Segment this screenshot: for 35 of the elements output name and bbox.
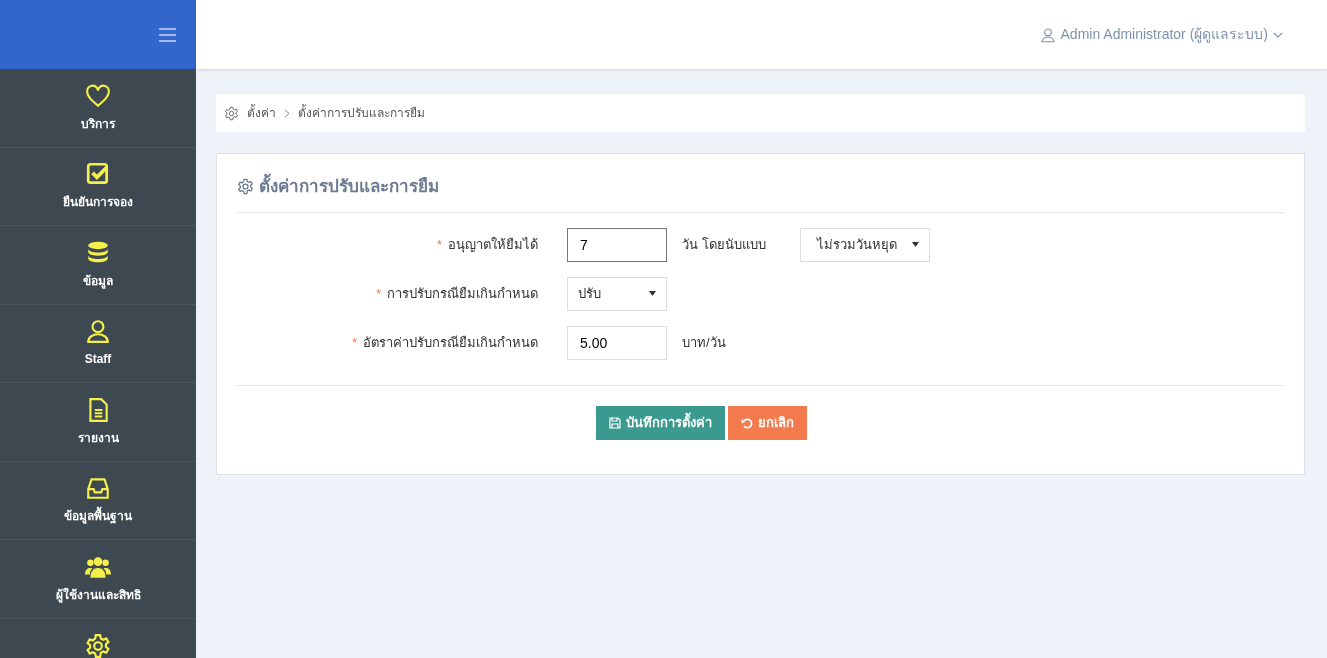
chevron-right-icon	[284, 108, 290, 118]
field-label: การปรับกรณียืมเกินกำหนด	[387, 285, 538, 301]
field-label: อัตราค่าปรับกรณียืมเกินกำหนด	[363, 334, 538, 350]
sidebar-item[interactable]: Staff	[0, 304, 196, 383]
sidebar-item[interactable]: ผู้ใช้งานและสิทธิ	[0, 540, 196, 619]
caret-icon	[911, 242, 919, 247]
dropdown[interactable]: ไม่รวมวันหยุด	[799, 227, 930, 262]
chevron-down-icon	[1273, 31, 1283, 38]
input-field[interactable]: 5.00	[567, 325, 667, 360]
inbox-icon	[85, 475, 111, 502]
menu-icon[interactable]	[159, 27, 176, 42]
unit-label: วัน โดยนับแบบ	[682, 235, 766, 254]
input-field[interactable]: 7	[567, 227, 667, 262]
breadcrumb-item[interactable]: ตั้งค่า	[247, 104, 276, 122]
sidebar-item[interactable]: รายงาน	[0, 383, 196, 462]
dropdown[interactable]: ปรับ	[567, 276, 667, 311]
caret-icon	[649, 291, 656, 296]
unit-label: บาท/วัน	[682, 333, 726, 352]
sidebar-item[interactable]: ข้อมูลพื้นฐาน	[0, 461, 196, 540]
user-icon	[85, 318, 111, 345]
gear-icon	[224, 105, 239, 121]
undo-icon	[741, 416, 753, 429]
required-mark: *	[375, 285, 381, 301]
sidebar-item[interactable]: ข้อมูล	[0, 226, 196, 305]
required-mark: *	[351, 334, 357, 350]
sidebar-item[interactable]: บริการ	[0, 69, 196, 148]
required-mark: *	[436, 236, 442, 252]
heart-icon	[85, 82, 111, 109]
gear-icon	[85, 632, 111, 658]
field-label: อนุญาตให้ยืมได้	[448, 236, 538, 252]
user-icon	[1039, 26, 1056, 43]
gear-icon	[237, 178, 254, 196]
breadcrumb-item: ตั้งค่าการปรับและการยืม	[298, 104, 425, 122]
sidebar-item[interactable]: ยืนยันการจอง	[0, 147, 196, 226]
card-title: ตั้งค่าการปรับและการยืม	[259, 174, 439, 200]
